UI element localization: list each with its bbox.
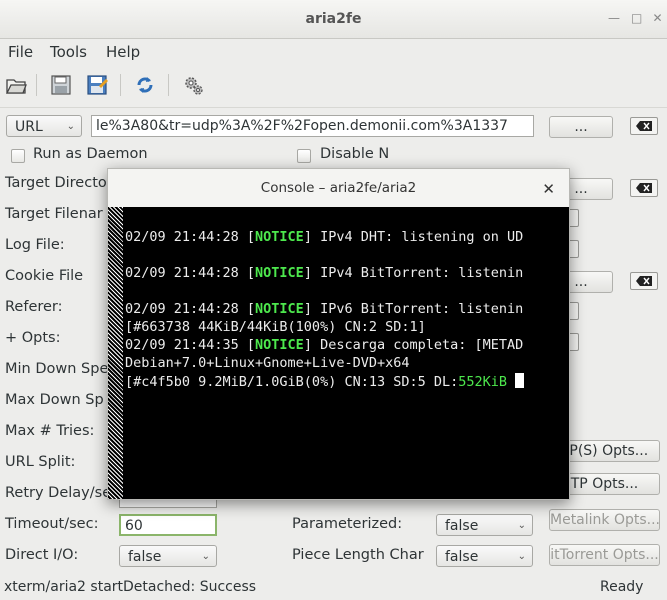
menu-help[interactable]: Help bbox=[106, 43, 140, 61]
menu-file[interactable]: File bbox=[8, 43, 33, 61]
terminal-line: 02/09 21:44:35 [NOTICE] Descarga complet… bbox=[125, 337, 524, 353]
piece-length-label: Piece Length Char bbox=[292, 547, 424, 563]
refresh-icon[interactable] bbox=[132, 72, 158, 98]
parameterized-label: Parameterized: bbox=[292, 516, 403, 532]
max-tries-label: Max # Tries: bbox=[5, 423, 95, 439]
menubar bbox=[0, 39, 667, 67]
terminal-line: 02/09 21:44:28 [NOTICE] IPv4 BitTorrent:… bbox=[125, 265, 524, 281]
terminal-line: 02/09 21:44:28 [NOTICE] IPv4 DHT: listen… bbox=[125, 229, 524, 245]
target-directory-label: Target Directo bbox=[5, 175, 107, 191]
clear-url-icon[interactable] bbox=[630, 117, 658, 135]
run-as-daemon-label: Run as Daemon bbox=[33, 146, 148, 162]
minimize-icon[interactable]: — bbox=[608, 12, 620, 24]
window-title: aria2fe bbox=[305, 11, 362, 27]
timeout-label: Timeout/sec: bbox=[5, 516, 99, 532]
save-as-icon[interactable] bbox=[84, 72, 110, 98]
disable-checkbox[interactable] bbox=[297, 149, 311, 163]
url-input[interactable]: le%3A80&tr=udp%3A%2F%2Fopen.demonii.com%… bbox=[91, 115, 534, 137]
statusbar: xterm/aria2 startDetached: Success Ready bbox=[0, 574, 667, 600]
toolbar-separator bbox=[120, 74, 121, 96]
bittorrent-opts-button[interactable]: itTorrent Opts... bbox=[549, 544, 660, 566]
close-window-icon[interactable]: ✕ bbox=[652, 12, 663, 24]
direct-io-select[interactable]: false ⌄ bbox=[119, 545, 217, 567]
target-filename-label: Target Filenar bbox=[5, 206, 103, 222]
save-icon[interactable] bbox=[48, 72, 74, 98]
terminal-scrollbar[interactable] bbox=[108, 207, 123, 499]
console-dialog: Console – aria2fe/aria2 ✕ 02/09 21:44:28… bbox=[107, 168, 570, 500]
status-message: xterm/aria2 startDetached: Success bbox=[4, 579, 257, 595]
disable-label: Disable N bbox=[320, 146, 390, 162]
max-down-speed-label: Max Down Sp bbox=[5, 392, 104, 408]
status-ready: Ready bbox=[600, 579, 644, 595]
min-down-speed-label: Min Down Spe bbox=[5, 361, 109, 377]
referer-label: Referer: bbox=[5, 299, 63, 315]
piece-length-select[interactable]: false ⌄ bbox=[436, 545, 533, 567]
retry-delay-label: Retry Delay/se bbox=[5, 485, 112, 501]
console-close-icon[interactable]: ✕ bbox=[542, 180, 555, 198]
url-mode-select[interactable]: URL ⌄ bbox=[6, 115, 82, 137]
opts-label: + Opts: bbox=[5, 330, 61, 346]
open-icon[interactable] bbox=[3, 72, 29, 98]
metalink-opts-button[interactable]: Metalink Opts... bbox=[549, 509, 660, 531]
terminal-output[interactable]: 02/09 21:44:28 [NOTICE] IPv4 DHT: listen… bbox=[108, 207, 569, 499]
settings-icon[interactable] bbox=[180, 72, 206, 98]
window-titlebar: aria2fe bbox=[0, 0, 667, 39]
terminal-line: Debian+7.0+Linux+Gnome+Live-DVD+x64 bbox=[125, 355, 410, 371]
log-file-label: Log File: bbox=[5, 237, 65, 253]
toolbar-separator bbox=[36, 74, 37, 96]
toolbar-separator bbox=[168, 74, 169, 96]
url-browse-button[interactable]: ... bbox=[549, 116, 613, 138]
cookie-file-label: Cookie File bbox=[5, 268, 84, 284]
direct-io-label: Direct I/O: bbox=[5, 547, 79, 563]
terminal-line: [#c4f5b0 9.2MiB/1.0GiB(0%) CN:13 SD:5 DL… bbox=[125, 373, 525, 390]
terminal-line: 02/09 21:44:28 [NOTICE] IPv6 BitTorrent:… bbox=[125, 301, 524, 317]
menu-tools[interactable]: Tools bbox=[50, 43, 87, 61]
url-split-label: URL Split: bbox=[5, 454, 76, 470]
clear-target-directory-icon[interactable] bbox=[630, 179, 658, 197]
run-as-daemon-checkbox[interactable] bbox=[11, 149, 25, 163]
clear-cookie-file-icon[interactable] bbox=[630, 272, 658, 290]
parameterized-select[interactable]: false ⌄ bbox=[436, 514, 533, 536]
console-title: Console – aria2fe/aria2 bbox=[260, 180, 417, 196]
terminal-cursor bbox=[515, 373, 525, 388]
terminal-line: [#663738 44KiB/44KiB(100%) CN:2 SD:1] bbox=[125, 319, 426, 335]
maximize-icon[interactable]: □ bbox=[631, 12, 642, 24]
timeout-input[interactable]: 60 bbox=[119, 514, 217, 536]
